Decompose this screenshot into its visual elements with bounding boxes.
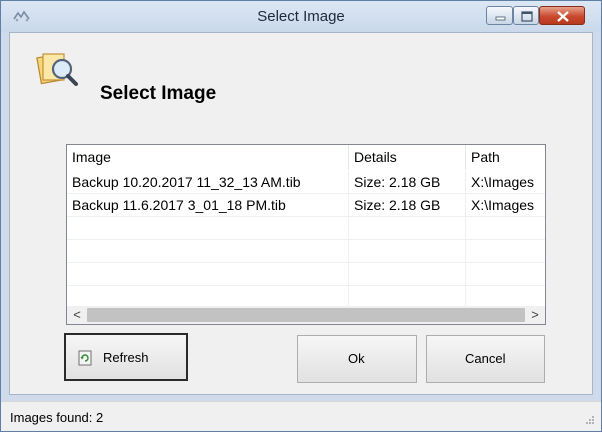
horizontal-scrollbar[interactable]: < > <box>67 306 545 324</box>
image-cell: Backup 10.20.2017 11_32_13 AM.tib <box>67 171 349 194</box>
details-cell: Size: 2.18 GB <box>349 171 466 194</box>
image-search-icon <box>36 53 78 86</box>
cancel-button[interactable]: Cancel <box>426 335 545 383</box>
empty-cell <box>67 217 349 240</box>
empty-row <box>67 263 545 286</box>
status-bar: Images found: 2 <box>1 401 601 431</box>
ok-button[interactable]: Ok <box>297 335 417 383</box>
empty-row <box>67 217 545 240</box>
select-image-window: Select Image Select Image Image Details … <box>0 0 602 432</box>
minimize-icon <box>495 16 506 21</box>
empty-cell <box>349 263 466 286</box>
image-cell: Backup 11.6.2017 3_01_18 PM.tib <box>67 194 349 217</box>
path-cell: X:\Images <box>466 171 545 194</box>
empty-cell <box>67 240 349 263</box>
maximize-button[interactable] <box>513 6 539 25</box>
refresh-button[interactable]: Refresh <box>64 333 188 381</box>
column-header-details[interactable]: Details <box>349 145 466 170</box>
path-cell: X:\Images <box>466 194 545 217</box>
empty-cell <box>349 217 466 240</box>
empty-cell <box>67 263 349 286</box>
scrollbar-thumb[interactable] <box>87 308 525 322</box>
list-header: Image Details Path <box>67 145 545 170</box>
minimize-button[interactable] <box>486 6 513 25</box>
refresh-label: Refresh <box>103 350 149 365</box>
column-header-path[interactable]: Path <box>466 145 545 170</box>
status-text: Images found: 2 <box>10 410 104 425</box>
close-icon <box>557 11 569 22</box>
image-list[interactable]: Image Details Path Backup 10.20.2017 11_… <box>66 144 546 325</box>
close-button[interactable] <box>539 6 585 25</box>
dialog-heading: Select Image <box>100 83 217 104</box>
table-row[interactable]: Backup 10.20.2017 11_32_13 AM.tib Size: … <box>67 171 545 194</box>
column-header-image[interactable]: Image <box>67 145 349 170</box>
scroll-right-button[interactable]: > <box>525 306 545 324</box>
resize-grip-icon[interactable] <box>585 415 595 425</box>
refresh-icon <box>78 350 92 366</box>
empty-row <box>67 240 545 263</box>
ok-label: Ok <box>348 351 365 366</box>
title-bar[interactable]: Select Image <box>1 1 601 32</box>
maximize-icon <box>521 11 533 22</box>
details-cell: Size: 2.18 GB <box>349 194 466 217</box>
cancel-label: Cancel <box>465 351 506 366</box>
empty-cell <box>349 240 466 263</box>
scroll-left-button[interactable]: < <box>67 306 87 324</box>
table-row[interactable]: Backup 11.6.2017 3_01_18 PM.tib Size: 2.… <box>67 194 545 217</box>
